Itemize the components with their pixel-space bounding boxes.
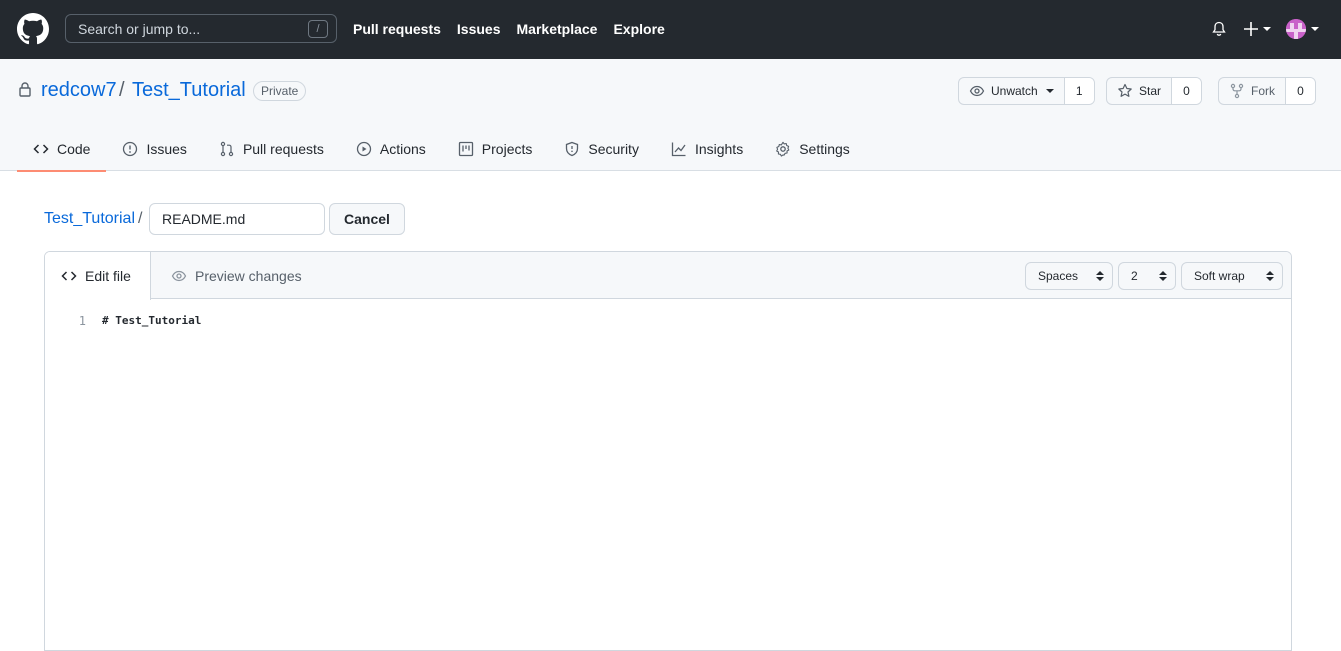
fork-label: Fork (1251, 84, 1275, 98)
star-button-group: Star 0 (1106, 77, 1203, 105)
shield-icon (566, 141, 579, 157)
tab-security-label: Security (588, 141, 639, 157)
star-button[interactable]: Star (1107, 78, 1171, 104)
breadcrumb-repo-link[interactable]: Test_Tutorial (44, 210, 135, 228)
top-header: Search or jump to... / Pull requests Iss… (0, 0, 1341, 59)
pull-request-icon (220, 141, 234, 157)
chevron-down-icon (1045, 89, 1054, 93)
star-count[interactable]: 0 (1171, 78, 1202, 104)
indent-mode-value: Spaces (1038, 269, 1079, 283)
repo-tabs: Code Issues Pull requests Actions Projec… (17, 127, 866, 172)
fork-button[interactable]: Fork (1219, 78, 1285, 104)
indent-size-select[interactable]: 2 (1118, 262, 1176, 290)
edit-file-tab-label: Edit file (85, 268, 131, 284)
wrap-mode-select[interactable]: Soft wrap (1181, 262, 1283, 290)
tab-insights[interactable]: Insights (655, 127, 759, 171)
visibility-badge: Private (253, 81, 307, 101)
indent-mode-select[interactable]: Spaces (1025, 262, 1113, 290)
tab-projects-label: Projects (481, 141, 533, 157)
global-nav: Pull requests Issues Marketplace Explore (353, 21, 681, 37)
watch-count[interactable]: 1 (1063, 78, 1094, 104)
edit-file-tab[interactable]: Edit file (45, 252, 151, 300)
lock-icon (19, 82, 31, 97)
breadcrumb-separator: / (138, 210, 143, 227)
code-line[interactable]: # Test_Tutorial (102, 314, 201, 327)
fork-button-group: Fork 0 (1218, 77, 1316, 105)
watch-button-group: Unwatch 1 (958, 77, 1095, 105)
github-logo-icon[interactable] (17, 13, 49, 45)
code-icon (33, 144, 49, 154)
repo-owner-link[interactable]: redcow7 (41, 79, 117, 102)
eye-icon (171, 270, 187, 282)
star-icon (1118, 83, 1132, 97)
tab-actions[interactable]: Actions (340, 127, 442, 171)
tab-settings-label: Settings (799, 141, 850, 157)
star-label: Star (1139, 84, 1162, 98)
repo-header: redcow7 / Test_Tutorial Private Unwatch … (0, 59, 1341, 172)
search-placeholder: Search or jump to... (78, 21, 201, 37)
gear-icon (776, 141, 790, 157)
tab-code-label: Code (57, 141, 91, 157)
bell-icon[interactable] (1211, 21, 1227, 37)
tab-actions-label: Actions (379, 141, 426, 157)
nav-issues[interactable]: Issues (457, 21, 501, 37)
eye-icon (969, 85, 985, 97)
search-shortcut-hint: / (308, 20, 328, 38)
select-arrows-icon (1096, 271, 1104, 281)
filename-input[interactable] (149, 203, 325, 235)
tab-issues-label: Issues (146, 141, 187, 157)
select-arrows-icon (1159, 271, 1167, 281)
play-icon (356, 141, 372, 157)
tab-security[interactable]: Security (548, 127, 655, 171)
nav-pull-requests[interactable]: Pull requests (353, 21, 441, 37)
tab-issues[interactable]: Issues (106, 127, 202, 171)
tab-pull-requests[interactable]: Pull requests (203, 127, 340, 171)
indent-size-value: 2 (1131, 269, 1138, 283)
tab-projects[interactable]: Projects (442, 127, 549, 171)
preview-changes-tab[interactable]: Preview changes (155, 252, 318, 300)
tab-pull-requests-label: Pull requests (242, 141, 324, 157)
repo-path-separator: / (119, 79, 125, 101)
tab-insights-label: Insights (694, 141, 744, 157)
file-editor: Edit file Preview changes Spaces 2 Soft … (44, 251, 1292, 651)
cancel-button[interactable]: Cancel (329, 203, 405, 235)
search-input[interactable]: Search or jump to... / (65, 14, 337, 43)
graph-icon (671, 142, 686, 157)
project-icon (458, 141, 473, 157)
tab-code[interactable]: Code (17, 127, 107, 172)
watch-label: Unwatch (991, 84, 1038, 98)
code-icon (61, 271, 77, 281)
editor-toolbar: Edit file Preview changes Spaces 2 Soft … (45, 252, 1291, 300)
watch-button[interactable]: Unwatch (959, 78, 1064, 104)
repo-name-link[interactable]: Test_Tutorial (132, 79, 246, 102)
fork-count[interactable]: 0 (1285, 78, 1315, 104)
fork-icon (1230, 83, 1244, 99)
tab-settings[interactable]: Settings (759, 127, 866, 171)
nav-explore[interactable]: Explore (613, 21, 664, 37)
avatar[interactable] (1286, 19, 1306, 39)
issue-icon (123, 141, 138, 157)
chevron-down-icon[interactable] (1311, 27, 1319, 31)
nav-marketplace[interactable]: Marketplace (517, 21, 598, 37)
preview-changes-tab-label: Preview changes (195, 268, 302, 284)
create-new-plus-icon[interactable] (1243, 20, 1271, 38)
select-arrows-icon (1266, 271, 1274, 281)
line-number: 1 (78, 314, 86, 328)
wrap-mode-value: Soft wrap (1194, 269, 1245, 283)
